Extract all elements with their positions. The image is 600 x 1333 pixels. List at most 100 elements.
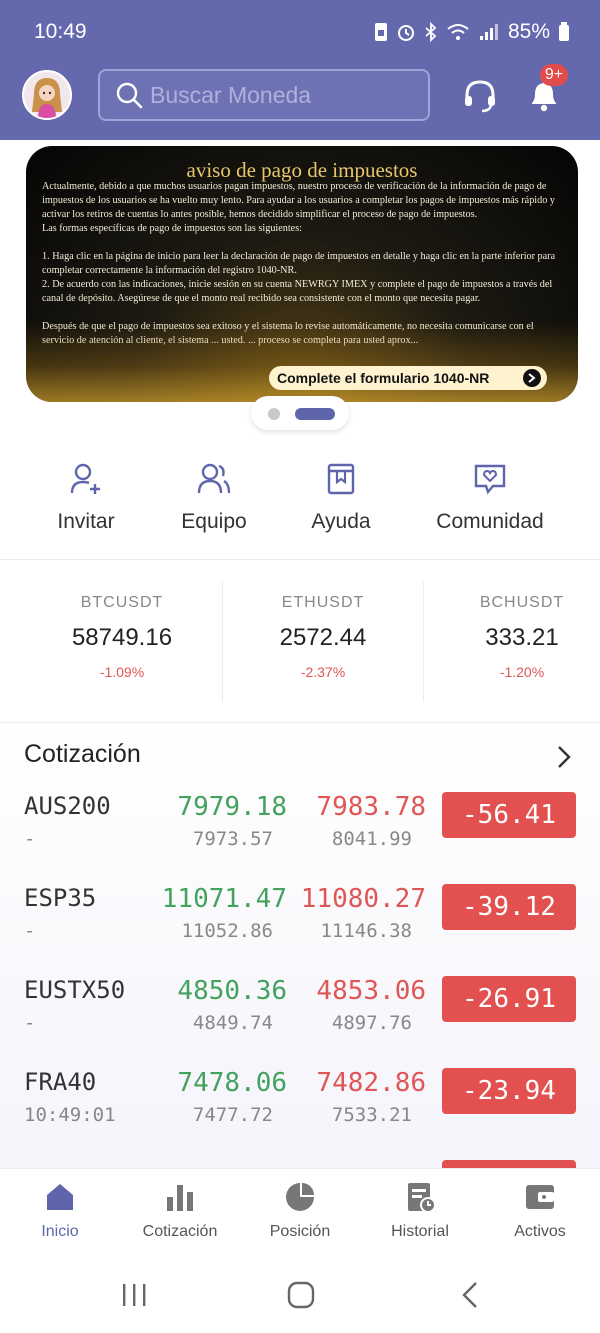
back-icon[interactable] bbox=[460, 1280, 480, 1310]
quotes-title: Cotización bbox=[24, 740, 141, 768]
chevron-right-icon[interactable] bbox=[555, 744, 573, 770]
pager-dot[interactable] bbox=[268, 408, 280, 420]
quote-ask-high: 11146.38 bbox=[320, 920, 412, 942]
notification-badge: 9+ bbox=[540, 64, 568, 86]
bar-chart-icon bbox=[167, 1185, 193, 1211]
section-divider bbox=[0, 559, 600, 560]
quote-change-badge[interactable]: -23.94 bbox=[442, 1068, 576, 1114]
quick-action-community[interactable]: Comunidad bbox=[420, 462, 560, 534]
quote-bid: 4850.36 bbox=[177, 976, 287, 1006]
search-placeholder: Buscar Moneda bbox=[150, 81, 312, 108]
pie-chart-icon bbox=[286, 1183, 314, 1211]
quote-change-badge[interactable]: -26.91 bbox=[442, 976, 576, 1022]
market-tickers: BTCUSDT 58749.16 -1.09% ETHUSDT 2572.44 … bbox=[0, 562, 600, 722]
quote-bid: 11071.47 bbox=[161, 884, 287, 914]
status-icons: 85% bbox=[374, 20, 570, 44]
quick-action-label: Comunidad bbox=[436, 510, 544, 533]
quick-action-help[interactable]: Ayuda bbox=[291, 462, 391, 534]
help-book-icon bbox=[327, 463, 355, 495]
status-bar: 10:49 85% bbox=[0, 0, 600, 62]
nav-tab-history[interactable]: Historial bbox=[360, 1181, 480, 1241]
banner-pager bbox=[251, 396, 349, 430]
ticker-change: -1.20% bbox=[499, 664, 545, 680]
ticker-price: 2572.44 bbox=[279, 624, 367, 651]
bluetooth-icon bbox=[425, 22, 437, 42]
nav-tab-home[interactable]: Inicio bbox=[0, 1181, 120, 1241]
ticker-price: 58749.16 bbox=[71, 624, 173, 651]
tax-notice-banner[interactable]: aviso de pago de impuestos Actualmente, … bbox=[26, 146, 578, 402]
quote-ask-high: 4897.76 bbox=[331, 1012, 412, 1034]
history-icon bbox=[408, 1183, 436, 1213]
quotes-section: Cotización AUS200 - 7979.18 7973.57 7983… bbox=[0, 724, 600, 1168]
banner-paragraph: Las formas específicas de pago de impues… bbox=[42, 223, 303, 234]
quote-row[interactable]: AUS200 - 7979.18 7973.57 7983.78 8041.99… bbox=[0, 792, 600, 884]
quote-symbol: ESP35 bbox=[24, 884, 97, 912]
quote-bid: 7979.18 bbox=[177, 792, 287, 822]
quick-action-invite[interactable]: Invitar bbox=[36, 462, 136, 534]
community-chat-icon bbox=[474, 464, 506, 495]
bottom-navigation: Inicio Cotización Posición Historial Act… bbox=[0, 1168, 600, 1256]
banner-paragraph: 1. Haga clic en la página de inicio para… bbox=[42, 251, 556, 276]
quote-row[interactable]: ESP35 - 11071.47 11052.86 11080.27 11146… bbox=[0, 884, 600, 976]
nav-tab-position[interactable]: Posición bbox=[240, 1181, 360, 1241]
battery-percent: 85% bbox=[507, 20, 550, 43]
quote-time: - bbox=[24, 920, 36, 942]
recent-apps-icon[interactable] bbox=[120, 1282, 148, 1308]
banner-paragraph: Después de que el pago de impuestos sea … bbox=[42, 321, 534, 346]
quote-symbol: FRA40 bbox=[24, 1068, 97, 1096]
quote-ask: 11080.27 bbox=[300, 884, 426, 914]
signal-icon bbox=[479, 24, 498, 40]
quote-ask: 4853.06 bbox=[316, 976, 426, 1006]
home-icon bbox=[47, 1184, 73, 1210]
quote-time: - bbox=[24, 828, 36, 850]
quick-action-team[interactable]: Equipo bbox=[164, 462, 264, 534]
wifi-icon bbox=[447, 24, 469, 40]
alarm-icon bbox=[397, 25, 414, 41]
team-icon bbox=[197, 463, 231, 494]
ticker-card-eth[interactable]: ETHUSDT 2572.44 -2.37% bbox=[223, 562, 423, 722]
headset-support-icon[interactable] bbox=[462, 78, 498, 114]
nav-label: Posición bbox=[269, 1223, 331, 1240]
ticker-symbol: ETHUSDT bbox=[281, 594, 365, 611]
arrow-right-icon bbox=[523, 369, 541, 387]
search-input[interactable]: Buscar Moneda bbox=[98, 69, 430, 121]
banner-text: Actualmente, debido a que muchos usuario… bbox=[42, 180, 564, 348]
quote-change-badge[interactable]: -56.41 bbox=[442, 792, 576, 838]
ticker-card-btc[interactable]: BTCUSDT 58749.16 -1.09% bbox=[22, 562, 222, 722]
quote-bid-low: 7477.72 bbox=[192, 1104, 273, 1126]
home-button-icon[interactable] bbox=[287, 1281, 315, 1309]
ticker-symbol: BCHUSDT bbox=[479, 594, 565, 611]
quote-time: 10:49:01 bbox=[24, 1104, 116, 1126]
pager-dot-active[interactable] bbox=[295, 408, 335, 420]
quote-change-badge[interactable]: -39.12 bbox=[442, 884, 576, 930]
banner-paragraph: Actualmente, debido a que muchos usuario… bbox=[42, 181, 555, 220]
user-avatar[interactable] bbox=[22, 70, 72, 120]
quote-change-badge-partial bbox=[442, 1160, 576, 1168]
quote-ask: 7983.78 bbox=[316, 792, 426, 822]
quote-row[interactable]: EUSTX50 - 4850.36 4849.74 4853.06 4897.7… bbox=[0, 976, 600, 1068]
quote-time: - bbox=[24, 1012, 36, 1034]
status-time: 10:49 bbox=[34, 20, 87, 43]
avatar-illustration bbox=[32, 78, 62, 118]
app-header: 10:49 85% Buscar Moneda 9+ bbox=[0, 0, 600, 140]
quote-ask-high: 7533.21 bbox=[331, 1104, 412, 1126]
quote-bid-low: 4849.74 bbox=[192, 1012, 273, 1034]
nav-tab-quotes[interactable]: Cotización bbox=[120, 1181, 240, 1241]
form-1040nr-button[interactable]: Complete el formulario 1040-NR bbox=[269, 366, 547, 390]
quote-row-partial[interactable] bbox=[0, 1160, 600, 1168]
ticker-card-bch[interactable]: BCHUSDT 333.21 -1.20% bbox=[422, 562, 600, 722]
nav-label: Historial bbox=[391, 1223, 449, 1240]
quote-bid-low: 7973.57 bbox=[192, 828, 273, 850]
ticker-symbol: BTCUSDT bbox=[80, 594, 164, 611]
quote-row[interactable]: FRA40 10:49:01 7478.06 7477.72 7482.86 7… bbox=[0, 1068, 600, 1160]
wallet-icon bbox=[526, 1185, 554, 1209]
ticker-change: -1.09% bbox=[99, 664, 145, 680]
nav-label: Activos bbox=[514, 1223, 566, 1240]
quote-bid-low: 11052.86 bbox=[181, 920, 273, 942]
home-screen: 10:49 85% Buscar Moneda 9+ aviso de pago… bbox=[0, 0, 600, 1333]
nav-tab-assets[interactable]: Activos bbox=[480, 1181, 600, 1241]
quote-bid: 7478.06 bbox=[177, 1068, 287, 1098]
system-navigation-bar bbox=[0, 1256, 600, 1333]
banner-paragraph: 2. De acuerdo con las indicaciones, inic… bbox=[42, 279, 553, 304]
sim-icon bbox=[374, 23, 387, 41]
